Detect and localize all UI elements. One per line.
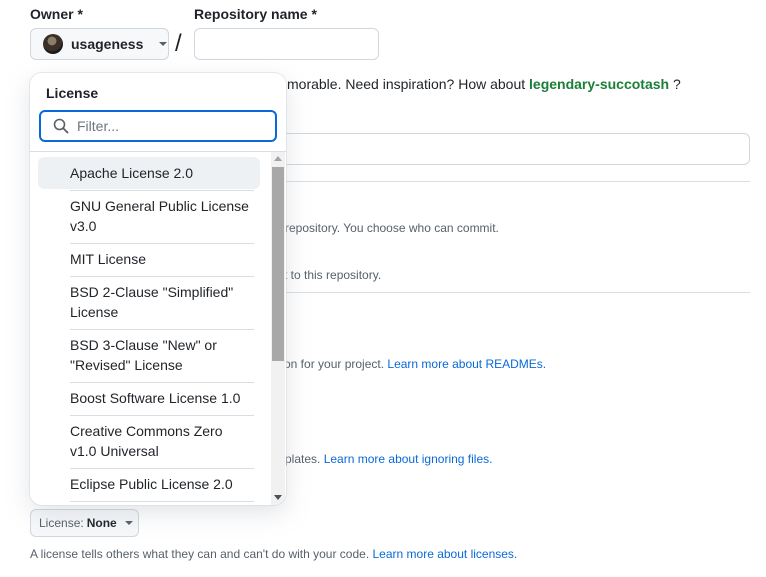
suggestion-prefix: morable. Need inspiration? How about — [287, 76, 526, 92]
scroll-down-arrow-icon[interactable] — [274, 495, 282, 500]
dropdown-title: License — [46, 85, 99, 101]
divider — [240, 181, 750, 182]
owner-value: usageness — [71, 36, 144, 52]
private-visibility-description: t to this repository. — [284, 268, 382, 282]
owner-repo-separator: / — [175, 30, 182, 57]
scrollbar-thumb[interactable] — [272, 167, 284, 361]
licenses-learn-more-link[interactable]: Learn more about licenses. — [373, 547, 518, 561]
divider — [240, 292, 750, 293]
license-option-bsd-3[interactable]: BSD 3-Clause "New" or "Revised" License — [38, 329, 260, 381]
license-option-boost[interactable]: Boost Software License 1.0 — [38, 382, 260, 414]
public-visibility-description: repository. You choose who can commit. — [285, 221, 499, 235]
scroll-up-arrow-icon[interactable] — [274, 156, 282, 161]
gitignore-description: plates. Learn more about ignoring files. — [285, 452, 492, 466]
suggested-name-link[interactable]: legendary-succotash — [529, 76, 669, 92]
repository-name-input[interactable] — [194, 28, 379, 60]
license-dropdown: License Apache License 2.0 GNU General P… — [30, 73, 286, 505]
license-option-bsd-2[interactable]: BSD 2-Clause "Simplified" License — [38, 276, 260, 328]
filter-field[interactable] — [39, 110, 277, 142]
readme-description: on for your project. Learn more about RE… — [284, 357, 546, 371]
license-button-value: None — [86, 516, 117, 530]
license-select-button[interactable]: License: None — [30, 509, 139, 537]
license-help: A license tells others what they can and… — [30, 547, 517, 561]
description-input[interactable] — [240, 133, 750, 165]
readme-learn-more-link[interactable]: Learn more about READMEs. — [387, 357, 546, 371]
search-icon — [53, 118, 69, 134]
license-option-cc0[interactable]: Creative Commons Zero v1.0 Universal — [38, 415, 260, 467]
license-option-eclipse[interactable]: Eclipse Public License 2.0 — [38, 468, 260, 500]
filter-input[interactable] — [77, 118, 257, 134]
license-option-gpl-v3[interactable]: GNU General Public License v3.0 — [38, 190, 260, 242]
chevron-down-icon — [159, 42, 168, 46]
license-help-text: A license tells others what they can and… — [30, 547, 370, 561]
divider — [70, 501, 254, 502]
gitignore-learn-more-link[interactable]: Learn more about ignoring files. — [324, 452, 493, 466]
suggestion-suffix: ? — [672, 76, 681, 92]
license-option-mit[interactable]: MIT License — [38, 243, 260, 275]
owner-label: Owner * — [30, 6, 83, 22]
owner-select-button[interactable]: usageness — [30, 28, 169, 60]
readme-text: on for your project. — [284, 357, 385, 371]
license-button-label: License: — [39, 516, 84, 530]
license-list: Apache License 2.0 GNU General Public Li… — [30, 152, 270, 505]
avatar — [43, 34, 63, 54]
chevron-down-icon — [124, 521, 133, 525]
name-suggestion: morable. Need inspiration? How about leg… — [287, 76, 681, 92]
license-option-apache[interactable]: Apache License 2.0 — [38, 157, 260, 189]
repository-name-label: Repository name * — [194, 6, 317, 22]
gitignore-text: plates. — [285, 452, 321, 466]
